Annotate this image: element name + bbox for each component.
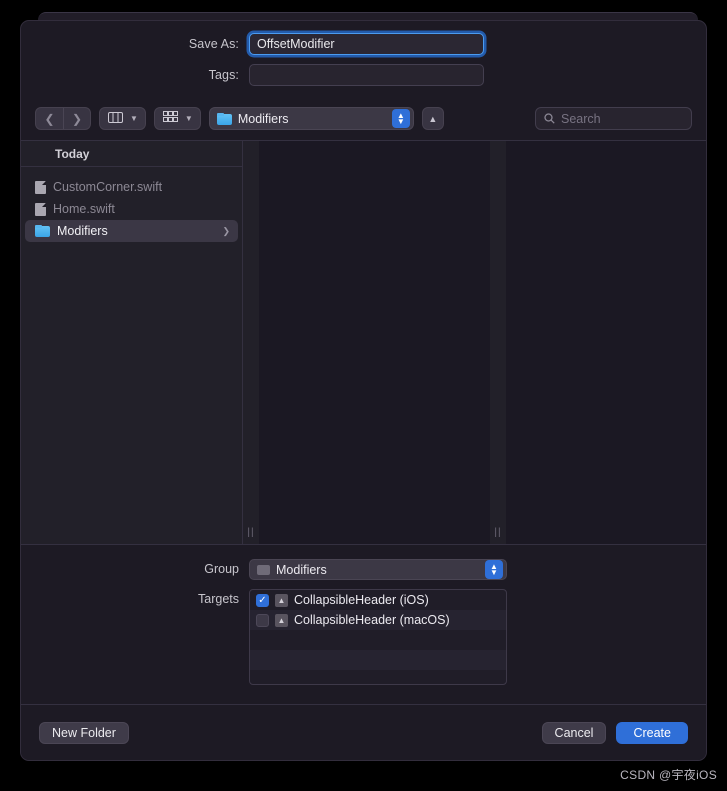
tags-row: Tags: [21,64,706,86]
column-resize-handle[interactable]: || [243,141,259,544]
gallery-view-icon [162,110,178,128]
search-field[interactable]: Search [535,107,692,130]
gallery-view-button[interactable]: ▼ [153,107,201,130]
resize-grip-icon: || [494,527,502,538]
path-popup-button[interactable]: Modifiers ▲ ▼ [208,107,414,130]
table-row-empty [250,630,506,650]
group-row: Group Modifiers ▲ ▼ [21,559,706,580]
browser-column-empty [259,141,490,544]
navigate-up-button[interactable]: ▲ [421,107,444,130]
file-list: CustomCorner.swift Home.swift Modifiers … [21,167,242,242]
column-view-icon [108,110,123,128]
new-folder-button[interactable]: New Folder [39,721,129,744]
chevron-up-icon: ▲ [428,113,438,124]
targets-label: Targets [198,592,239,606]
checkbox-unchecked[interactable] [256,613,269,627]
list-item[interactable]: CustomCorner.swift [25,176,238,198]
save-options: Group Modifiers ▲ ▼ Targets ✓ ▲ Collapsib… [21,545,706,704]
tags-input[interactable] [249,64,484,86]
list-item-label: CustomCorner.swift [53,180,163,194]
folder-icon [257,564,270,575]
table-row-empty [250,650,506,670]
chevron-down-icon: ▼ [184,114,193,123]
stepper-icon: ▲ ▼ [485,560,503,579]
navigation-buttons: ❮ ❯ [35,107,91,130]
search-icon [544,113,555,124]
browser-toolbar: ❮ ❯ ▼ ▼ Modifiers ▲ ▼ ▲ Search [21,103,706,140]
folder-icon [35,225,50,237]
checkbox-checked[interactable]: ✓ [256,593,269,607]
file-browser: Today CustomCorner.swift Home.swift Modi… [21,140,706,545]
table-row[interactable]: ✓ ▲ CollapsibleHeader (iOS) [250,590,506,610]
browser-column-files: Today CustomCorner.swift Home.swift Modi… [21,141,243,544]
watermark: CSDN @宇夜iOS [620,768,717,782]
targets-row: Targets ✓ ▲ CollapsibleHeader (iOS) ▲ Co… [21,589,706,685]
document-icon [35,202,46,216]
search-placeholder: Search [561,111,601,126]
group-label: Group [204,562,239,576]
stepper-icon: ▲ ▼ [391,109,410,128]
folder-icon [216,112,232,125]
cancel-button[interactable]: Cancel [541,721,607,744]
dialog-footer: New Folder Cancel Create [21,704,706,760]
save-dialog: Save As: OffsetModifier Tags: ❮ ❯ ▼ ▼ Mo… [20,20,707,761]
list-item-selected[interactable]: Modifiers ❯ [25,220,238,242]
list-item[interactable]: Home.swift [25,198,238,220]
target-label: CollapsibleHeader (iOS) [294,593,429,607]
app-icon: ▲ [275,613,288,627]
list-item-label: Home.swift [53,202,115,216]
path-popup-label: Modifiers [237,111,289,126]
column-resize-handle[interactable]: || [490,141,506,544]
save-form: Save As: OffsetModifier Tags: [21,21,706,103]
target-label: CollapsibleHeader (macOS) [294,613,450,627]
column-view-button[interactable]: ▼ [99,107,146,130]
chevron-right-icon: ❯ [222,225,230,236]
back-icon[interactable]: ❮ [36,108,63,129]
save-as-input[interactable]: OffsetModifier [249,33,484,55]
resize-grip-icon: || [247,527,255,538]
table-row-empty [250,670,506,684]
group-popup-button[interactable]: Modifiers ▲ ▼ [249,559,507,580]
chevron-down-icon: ▼ [130,114,138,123]
save-as-label: Save As: [188,37,239,51]
browser-column-trailing [506,141,706,544]
create-button[interactable]: Create [616,721,688,744]
app-icon: ▲ [275,593,288,607]
list-item-label: Modifiers [57,224,108,238]
document-icon [35,180,46,194]
group-popup-label: Modifiers [276,562,327,577]
table-row[interactable]: ▲ CollapsibleHeader (macOS) [250,610,506,630]
forward-icon[interactable]: ❯ [63,108,90,129]
save-as-row: Save As: OffsetModifier [21,33,706,55]
tags-label: Tags: [208,68,239,82]
section-header: Today [21,141,242,167]
targets-list[interactable]: ✓ ▲ CollapsibleHeader (iOS) ▲ Collapsibl… [249,589,507,685]
